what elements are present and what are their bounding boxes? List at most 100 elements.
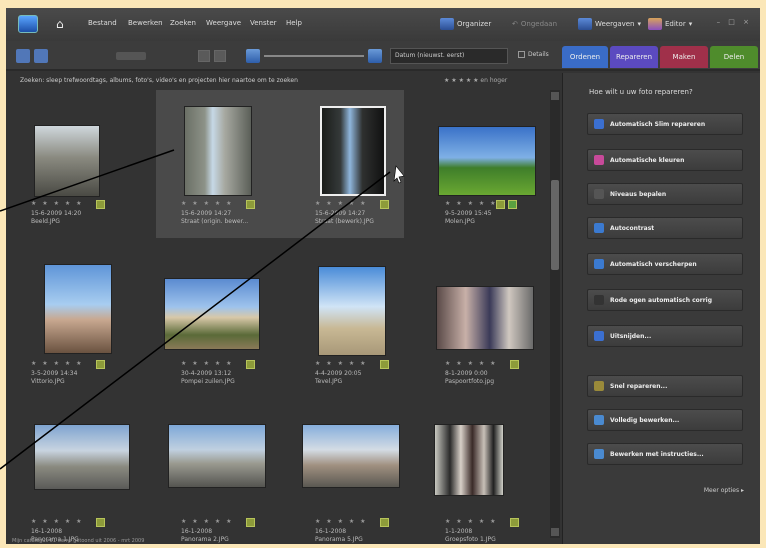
editor-button[interactable]: Editor ▾ <box>648 16 692 32</box>
home-icon[interactable]: ⌂ <box>56 17 70 31</box>
menu-venster[interactable]: Venster <box>250 19 277 27</box>
tag-icon[interactable] <box>510 360 519 369</box>
menu-bestand[interactable]: Bestand <box>88 19 117 27</box>
photo-date: 15-6-2009 14:27 <box>181 210 232 217</box>
tag-icon[interactable] <box>96 360 105 369</box>
menu-help[interactable]: Help <box>286 19 302 27</box>
fix-button-2[interactable]: Niveaus bepalen <box>587 183 743 205</box>
editor-icon <box>648 18 662 30</box>
photo-image[interactable] <box>34 125 100 197</box>
fix-button-0[interactable]: Automatisch Slim repareren <box>587 113 743 135</box>
undo-button[interactable]: ↶ Ongedaan <box>512 16 557 32</box>
fix-button-3[interactable]: Autocontrast <box>587 217 743 239</box>
photo-thumbnail-cell[interactable]: ★ ★ ★ ★ ★ 16-1-2008 Panorama 2.JPG <box>156 408 284 544</box>
more-options-link[interactable]: Meer opties ▸ <box>704 487 744 494</box>
photo-thumbnail-cell[interactable]: ★ ★ ★ ★ ★ 8-1-2009 0:00 Paspoortfoto.jpg <box>420 250 548 398</box>
photo-thumbnail-cell[interactable]: ★ ★ ★ ★ ★ 3-5-2009 14:34 Vittorio.JPG <box>6 250 134 398</box>
photo-thumbnail-cell[interactable]: ★ ★ ★ ★ ★ 16-1-2008 Panorama 5.JPG <box>290 408 418 544</box>
scroll-up-icon[interactable] <box>551 92 559 100</box>
view-grid-icon[interactable] <box>198 50 210 62</box>
scroll-thumb[interactable] <box>551 180 559 270</box>
tag-icon[interactable] <box>380 518 389 527</box>
rating-stars[interactable]: ★ ★ ★ ★ ★ <box>181 518 234 525</box>
fix-button-5[interactable]: Rode ogen automatisch corrig <box>587 289 743 311</box>
rating-stars[interactable]: ★ ★ ★ ★ ★ <box>31 518 84 525</box>
view-list-icon[interactable] <box>214 50 226 62</box>
rating-stars[interactable]: ★ ★ ★ ★ ★ <box>181 360 234 367</box>
rating-stars[interactable]: ★ ★ ★ ★ ★ <box>315 360 368 367</box>
photo-image[interactable] <box>320 106 386 196</box>
tab-maken[interactable]: Maken <box>660 46 708 68</box>
zoom-in-icon[interactable] <box>368 49 382 63</box>
rating-stars[interactable]: ★ ★ ★ ★ ★ <box>181 200 234 207</box>
photo-thumbnail-cell[interactable]: ★ ★ ★ ★ ★ 4-4-2009 20:05 Tevel.JPG <box>290 250 418 398</box>
fix-button-8[interactable]: Volledig bewerken... <box>587 409 743 431</box>
photo-grid: ★ ★ ★ ★ ★ 15-6-2009 14:20 Beeld.JPG ★ ★ ★ ★… <box>6 90 550 543</box>
tag-icon[interactable] <box>380 200 389 209</box>
color-wheel-icon <box>594 155 604 165</box>
tag-icon[interactable] <box>96 200 105 209</box>
fix-button-6[interactable]: Uitsnijden... <box>587 325 743 347</box>
photo-image[interactable] <box>184 106 252 196</box>
menu-bewerken[interactable]: Bewerken <box>128 19 163 27</box>
photo-image[interactable] <box>34 424 130 490</box>
photo-thumbnail-cell[interactable]: ★ ★ ★ ★ ★ 30-4-2009 13:12 Pompei zuilen.JP… <box>156 250 284 398</box>
photo-thumbnail-cell[interactable]: ★ ★ ★ ★ ★ 15-6-2009 14:27 Straat (origin. … <box>156 90 290 238</box>
tag-icon[interactable] <box>496 200 505 209</box>
rating-stars[interactable]: ★ ★ ★ ★ ★ <box>315 200 368 207</box>
rating-stars[interactable]: ★ ★ ★ ★ ★ <box>31 360 84 367</box>
window-controls[interactable]: – □ × <box>717 18 752 26</box>
tab-repareren[interactable]: Repareren <box>610 46 658 68</box>
tag-icon[interactable] <box>246 360 255 369</box>
photo-thumbnail-cell[interactable]: ★ ★ ★ ★ ★ 15-6-2009 14:20 Beeld.JPG <box>6 90 134 238</box>
tab-ordenen[interactable]: Ordenen <box>562 46 608 68</box>
forward-icon[interactable] <box>34 49 48 63</box>
fix-button-9[interactable]: Bewerken met instructies... <box>587 443 743 465</box>
photo-image[interactable] <box>44 264 112 354</box>
zoom-out-icon[interactable] <box>246 49 260 63</box>
photo-thumbnail-cell[interactable]: ★ ★ ★ ★ ★ 9-5-2009 15:45 Molen.JPG <box>420 90 548 238</box>
tag-icon[interactable] <box>510 518 519 527</box>
stack-icon[interactable] <box>508 200 517 209</box>
contrast-icon <box>594 223 604 233</box>
rating-stars[interactable]: ★ ★ ★ ★ ★ <box>445 360 498 367</box>
photo-image[interactable] <box>302 424 400 488</box>
photo-thumbnail-cell[interactable]: ★ ★ ★ ★ ★ 16-1-2008 Panorama 1.JPG <box>6 408 134 544</box>
fix-button-1[interactable]: Automatische kleuren <box>587 149 743 171</box>
rating-stars[interactable]: ★ ★ ★ ★ ★ <box>315 518 368 525</box>
photo-image[interactable] <box>168 424 266 488</box>
fix-button-4[interactable]: Automatisch verscherpen <box>587 253 743 275</box>
tab-delen[interactable]: Delen <box>710 46 758 68</box>
filter-slider[interactable] <box>116 52 146 60</box>
menu-zoeken[interactable]: Zoeken <box>170 19 196 27</box>
tag-icon[interactable] <box>96 518 105 527</box>
sort-dropdown[interactable]: Datum (nieuwst. eerst) <box>390 48 508 64</box>
menu-weergave[interactable]: Weergave <box>206 19 241 27</box>
toolbar: Datum (nieuwst. eerst) Details Ordenen R… <box>6 41 760 71</box>
photo-image[interactable] <box>318 266 386 356</box>
rating-stars[interactable]: ★ ★ ★ ★ ★ <box>31 200 84 207</box>
tag-icon[interactable] <box>246 200 255 209</box>
rating-filter[interactable]: ★ ★ ★ ★ ★ en hoger <box>444 77 507 84</box>
app-logo-icon <box>18 15 38 33</box>
rating-stars[interactable]: ★ ★ ★ ★ ★ <box>445 518 498 525</box>
photo-image[interactable] <box>434 424 504 496</box>
workspace-button[interactable]: Weergaven ▾ <box>578 16 641 32</box>
fix-button-7[interactable]: Snel repareren... <box>587 375 743 397</box>
photo-image[interactable] <box>436 286 534 350</box>
tag-icon[interactable] <box>380 360 389 369</box>
photo-thumbnail-cell[interactable]: ★ ★ ★ ★ ★ 15-6-2009 14:27 Straat (bewerk).… <box>290 90 404 238</box>
photo-image[interactable] <box>164 278 260 350</box>
photo-date: 8-1-2009 0:00 <box>445 370 488 377</box>
grid-scrollbar[interactable] <box>550 90 560 538</box>
photo-thumbnail-cell[interactable]: ★ ★ ★ ★ ★ 1-1-2008 Groepsfoto 1.JPG <box>420 408 548 544</box>
fix-button-label: Bewerken met instructies... <box>610 450 704 458</box>
tag-icon[interactable] <box>246 518 255 527</box>
rating-stars[interactable]: ★ ★ ★ ★ ★ <box>445 200 498 207</box>
scroll-down-icon[interactable] <box>551 528 559 536</box>
photo-image[interactable] <box>438 126 536 196</box>
back-icon[interactable] <box>16 49 30 63</box>
zoom-slider[interactable] <box>264 55 364 57</box>
details-checkbox[interactable]: Details <box>518 51 549 58</box>
organizer-button[interactable]: Organizer <box>440 16 491 32</box>
